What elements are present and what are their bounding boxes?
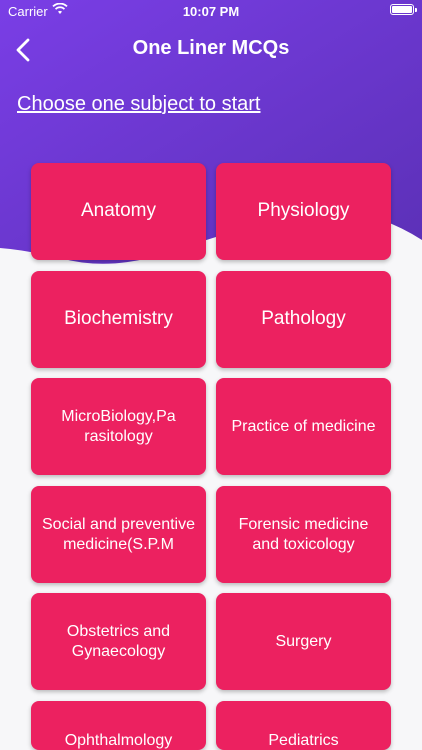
subject-card-surgery[interactable]: Surgery bbox=[216, 593, 391, 690]
subject-card-biochemistry[interactable]: Biochemistry bbox=[31, 271, 206, 368]
subject-card-pediatrics[interactable]: Pediatrics bbox=[216, 701, 391, 750]
status-bar: Carrier 10:07 PM bbox=[0, 0, 422, 22]
subject-card-ophthalmology[interactable]: Ophthalmology bbox=[31, 701, 206, 750]
subject-prompt-link[interactable]: Choose one subject to start bbox=[17, 93, 260, 116]
clock: 10:07 PM bbox=[182, 4, 240, 19]
subject-card-physiology[interactable]: Physiology bbox=[216, 163, 391, 260]
page-title: One Liner MCQs bbox=[132, 37, 290, 59]
subject-card-practice-of-medicine[interactable]: Practice of medicine bbox=[216, 378, 391, 475]
subject-card-obstetrics[interactable]: Obstetrics and Gynaecology bbox=[31, 593, 206, 690]
battery-icon bbox=[390, 4, 417, 15]
subject-card-pathology[interactable]: Pathology bbox=[216, 271, 391, 368]
subject-card-microbiology[interactable]: MicroBiology,Pa rasitology bbox=[31, 378, 206, 475]
subject-card-forensic-medicine[interactable]: Forensic medicine and toxicology bbox=[216, 486, 391, 583]
subject-card-spm[interactable]: Social and preventive medicine(S.P.M bbox=[31, 486, 206, 583]
subject-card-anatomy[interactable]: Anatomy bbox=[31, 163, 206, 260]
